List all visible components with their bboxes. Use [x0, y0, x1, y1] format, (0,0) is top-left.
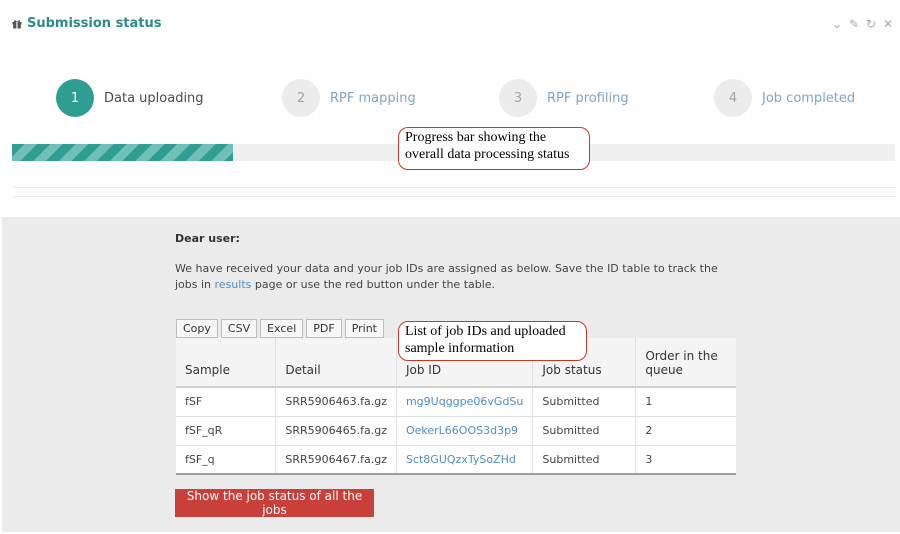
excel-button[interactable]: Excel — [260, 319, 304, 338]
step-job-completed: 4 Job completed — [714, 79, 855, 117]
table-annotation: List of job IDs and uploaded sample info… — [398, 321, 587, 361]
column-header-sample[interactable]: Sample — [176, 338, 277, 388]
results-link[interactable]: results — [215, 278, 252, 291]
copy-button[interactable]: Copy — [176, 319, 218, 338]
greeting: Dear user: — [175, 232, 240, 245]
cell-sample: fSF — [176, 387, 277, 417]
pdf-button[interactable]: PDF — [306, 319, 342, 338]
cell-job-id-link[interactable]: mg9Uqggpe06vGdSu — [396, 387, 534, 417]
step-number: 3 — [499, 79, 537, 117]
step-label: Data uploading — [104, 90, 204, 106]
divider — [12, 196, 895, 197]
cell-order: 3 — [635, 445, 736, 475]
cell-job-id-link[interactable]: Sct8GUQzxTySoZHd — [396, 445, 534, 475]
cell-sample: fSF_q — [176, 445, 277, 475]
cell-job-status: Submitted — [532, 416, 637, 446]
step-rpf-profiling: 3 RPF profiling — [499, 79, 629, 117]
cell-detail: SRR5906465.fa.gz — [275, 416, 397, 446]
gift-icon — [12, 19, 22, 28]
info-message: We have received your data and your job … — [175, 261, 735, 293]
widget-title: Submission status — [12, 16, 162, 31]
table-row: fSF SRR5906463.fa.gz mg9Uqggpe06vGdSu Su… — [176, 387, 736, 417]
progress-steps: 1 Data uploading 2 RPF mapping 3 RPF pro… — [0, 79, 900, 119]
step-number: 1 — [56, 79, 94, 117]
show-job-status-button[interactable]: Show the job status of all the jobs — [175, 489, 374, 517]
cell-order: 2 — [635, 416, 736, 446]
divider — [12, 187, 895, 188]
progress-annotation: Progress bar showing the overall data pr… — [398, 127, 590, 170]
step-label: Job completed — [762, 90, 856, 106]
cell-sample: fSF_qR — [176, 416, 277, 446]
step-rpf-mapping: 2 RPF mapping — [282, 79, 416, 117]
step-label: RPF mapping — [330, 90, 416, 106]
table-row: fSF_q SRR5906467.fa.gz Sct8GUQzxTySoZHd … — [176, 445, 736, 475]
cell-detail: SRR5906467.fa.gz — [275, 445, 397, 475]
csv-button[interactable]: CSV — [220, 319, 258, 338]
step-data-uploading: 1 Data uploading — [56, 79, 204, 117]
cell-detail: SRR5906463.fa.gz — [275, 387, 397, 417]
message-text-end: page or use the red button under the tab… — [251, 278, 496, 291]
cell-job-status: Submitted — [532, 387, 637, 417]
column-header-detail[interactable]: Detail — [275, 338, 397, 388]
cell-order: 1 — [635, 387, 736, 417]
chevron-down-icon[interactable]: ⌄ — [831, 17, 843, 31]
close-icon[interactable]: ✕ — [882, 17, 894, 31]
page-title: Submission status — [27, 16, 162, 31]
progress-bar-fill — [12, 144, 233, 161]
widget-toolbar: ⌄ ✎ ↻ ✕ — [831, 17, 894, 31]
refresh-icon[interactable]: ↻ — [865, 17, 877, 31]
wrench-icon[interactable]: ✎ — [848, 17, 860, 31]
table-row: fSF_qR SRR5906465.fa.gz OekerL66OOS3d3p9… — [176, 416, 736, 446]
print-button[interactable]: Print — [344, 319, 384, 338]
step-number: 4 — [714, 79, 752, 117]
step-label: RPF profiling — [547, 90, 629, 106]
widget-header: Submission status ⌄ ✎ ↻ ✕ — [0, 0, 900, 50]
column-header-order[interactable]: Order in the queue — [635, 338, 736, 388]
export-toolbar: Copy CSV Excel PDF Print — [176, 319, 384, 338]
cell-job-id-link[interactable]: OekerL66OOS3d3p9 — [396, 416, 534, 446]
cell-job-status: Submitted — [532, 445, 637, 475]
step-number: 2 — [282, 79, 320, 117]
